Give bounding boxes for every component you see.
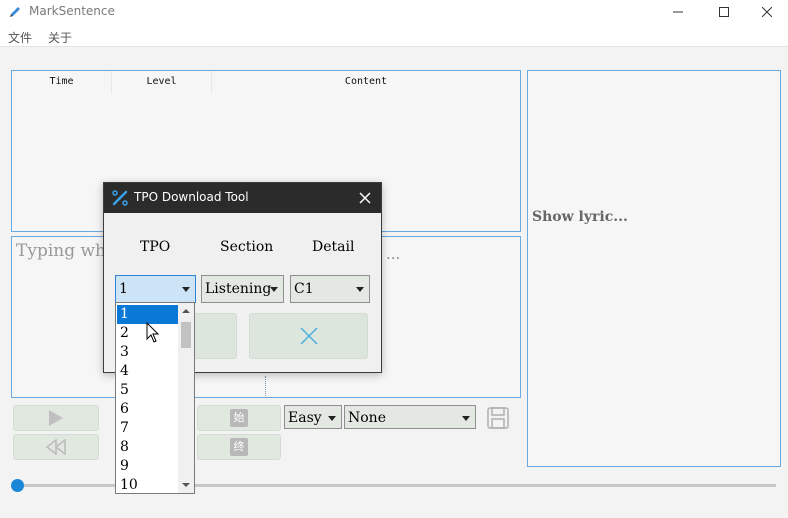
scroll-up-icon[interactable] — [182, 309, 190, 313]
mode-select[interactable]: None — [344, 405, 476, 429]
minimize-icon — [673, 11, 683, 13]
rewind-icon — [45, 439, 66, 455]
lyric-label: Show lyric... — [532, 209, 628, 225]
tpo-select[interactable]: 1 — [115, 275, 196, 303]
mode-value: None — [348, 410, 386, 426]
start-mark-button[interactable]: 始 — [197, 405, 281, 431]
header-level[interactable]: Level — [112, 71, 212, 93]
section-select-value: Listening — [205, 281, 272, 297]
start-mark-label: 始 — [230, 409, 248, 427]
typing-placeholder: Typing wh — [16, 241, 106, 261]
section-label: Section — [220, 239, 274, 255]
minimize-button[interactable] — [655, 0, 701, 24]
dialog-title: TPO Download Tool — [134, 190, 249, 204]
detail-label: Detail — [312, 239, 355, 255]
menu-about[interactable]: 关于 — [48, 29, 72, 46]
progress-slider-thumb[interactable] — [11, 479, 24, 492]
app-pen-icon — [10, 7, 20, 17]
dialog-title-bar: TPO Download Tool — [104, 183, 381, 213]
detail-select[interactable]: C1 — [290, 275, 370, 303]
list-item[interactable]: 8 — [117, 438, 178, 457]
list-item[interactable]: 10 — [117, 476, 178, 495]
difficulty-value: Easy — [288, 410, 322, 426]
scroll-down-icon[interactable] — [182, 483, 190, 487]
close-icon — [762, 7, 772, 17]
dropdown-scrollbar[interactable] — [178, 303, 194, 493]
list-item[interactable]: 6 — [117, 400, 178, 419]
divider-line — [265, 376, 266, 398]
window-title: MarkSentence — [29, 4, 115, 18]
tpo-label: TPO — [140, 239, 171, 255]
chevron-down-icon — [182, 287, 190, 292]
close-button[interactable] — [744, 0, 788, 24]
close-x-icon — [299, 327, 318, 345]
tpo-select-value: 1 — [119, 281, 128, 297]
end-mark-label: 终 — [230, 438, 248, 456]
header-time[interactable]: Time — [12, 71, 112, 93]
chevron-down-icon — [328, 416, 336, 421]
maximize-button[interactable] — [701, 0, 747, 24]
scroll-thumb[interactable] — [181, 322, 191, 348]
cancel-button[interactable] — [249, 313, 368, 359]
end-mark-button[interactable]: 终 — [197, 434, 281, 460]
table-header: Time Level Content — [12, 71, 520, 93]
menu-bar: 文件 关于 — [0, 24, 788, 46]
list-item[interactable]: 9 — [117, 457, 178, 476]
chevron-down-icon — [270, 287, 278, 292]
save-icon[interactable] — [487, 407, 509, 429]
rewind-button[interactable] — [13, 434, 99, 460]
list-item[interactable]: 3 — [117, 343, 178, 362]
list-item[interactable]: 4 — [117, 362, 178, 381]
maximize-icon — [719, 7, 729, 17]
close-icon[interactable] — [357, 190, 373, 206]
play-button[interactable] — [13, 405, 99, 431]
title-bar: MarkSentence — [0, 0, 788, 24]
menu-file[interactable]: 文件 — [8, 29, 32, 46]
detail-select-value: C1 — [294, 281, 314, 297]
typing-ellipsis: ... — [386, 245, 401, 263]
lyric-panel: Show lyric... — [527, 70, 781, 467]
difficulty-select[interactable]: Easy — [284, 405, 342, 429]
chevron-down-icon — [356, 287, 364, 292]
list-item[interactable]: 7 — [117, 419, 178, 438]
section-select[interactable]: Listening — [201, 275, 284, 303]
play-icon — [49, 410, 63, 426]
chevron-down-icon — [462, 416, 470, 421]
wrench-icon — [112, 190, 128, 206]
header-content[interactable]: Content — [212, 71, 520, 93]
mouse-cursor-icon — [146, 322, 160, 343]
list-item[interactable]: 5 — [117, 381, 178, 400]
